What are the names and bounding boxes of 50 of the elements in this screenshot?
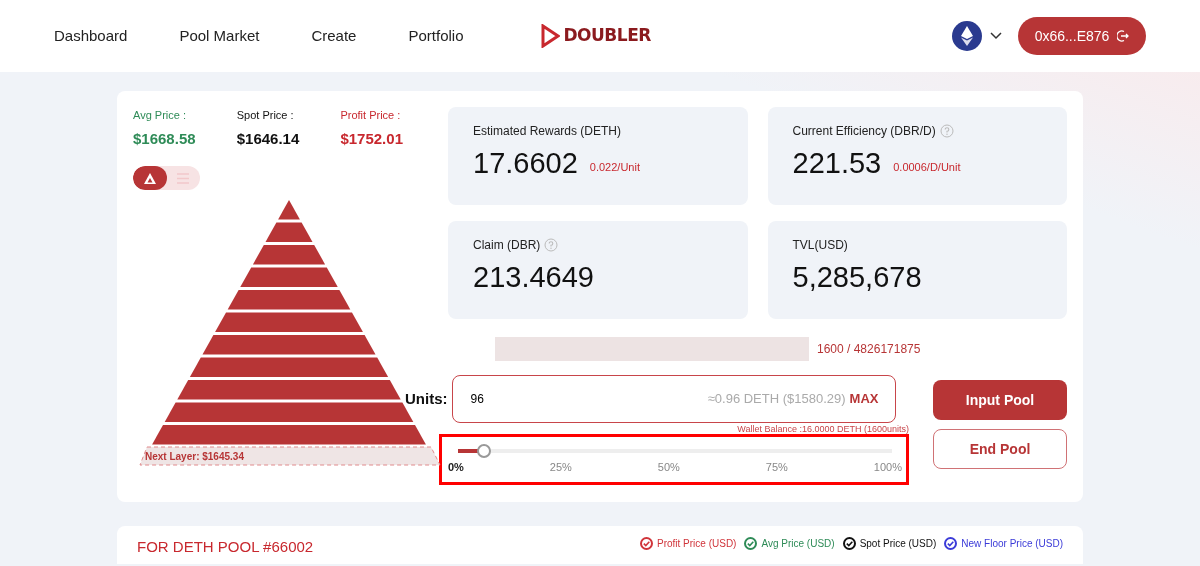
logout-icon xyxy=(1117,30,1130,42)
slider-tick-label: 50% xyxy=(657,460,680,475)
slider-tick-label: 75% xyxy=(765,460,788,475)
units-label: Units: xyxy=(405,388,448,409)
triangle-icon xyxy=(142,171,157,185)
pool-title: FOR DETH POOL #66002 xyxy=(137,537,314,557)
nav-link[interactable]: Dashboard xyxy=(54,24,128,48)
slider-tick-label: 25% xyxy=(549,460,572,475)
wallet-balance: Wallet Balance :16.0000 DETH (1600units) xyxy=(736,425,909,434)
stat-value: 213.4649 xyxy=(473,262,594,294)
stat-rate: 0.022/Unit xyxy=(589,160,640,176)
nav-link[interactable]: Create xyxy=(311,24,357,48)
units-estimate: ≈0.96 DETH ($1580.29) xyxy=(707,390,846,409)
nav-link[interactable]: Portfolio xyxy=(408,24,464,48)
stat-label: Current Efficiency (DBR/D) xyxy=(792,123,936,140)
legend-label: Spot Price (USD) xyxy=(859,537,937,551)
stat-value: 5,285,678 xyxy=(792,262,922,294)
network-selector[interactable] xyxy=(952,21,1002,51)
max-link[interactable]: MAX xyxy=(849,389,879,409)
legend-label: Avg Price (USD) xyxy=(761,537,835,551)
units-field[interactable]: 96 ≈0.96 DETH ($1580.29) MAX xyxy=(451,375,896,423)
supply-count: 1600 / 4826171875 xyxy=(817,341,921,358)
stat-label: TVL(USD) xyxy=(792,237,848,254)
price-value: $1646.14 xyxy=(236,128,300,149)
chevron-down-icon xyxy=(990,32,1002,40)
price-label: Profit Price : xyxy=(340,108,402,123)
ethereum-icon xyxy=(952,21,982,51)
stat-value: 221.53 xyxy=(792,148,882,180)
slider-thumb[interactable] xyxy=(477,444,492,458)
price-label: Avg Price : xyxy=(133,108,187,123)
stat-rate: 0.0006/D/Unit xyxy=(893,160,961,176)
price-value: $1752.01 xyxy=(340,128,403,149)
price-value: $1668.58 xyxy=(133,128,196,149)
view-toggle[interactable] xyxy=(133,166,167,190)
nav-link[interactable]: Pool Market xyxy=(179,24,260,48)
list-icon xyxy=(176,171,191,185)
legend-label: New Floor Price (USD) xyxy=(961,537,1063,551)
input-pool-button[interactable]: Input Pool xyxy=(933,380,1067,420)
next-layer-label: Next Layer: $1645.34 xyxy=(145,450,244,464)
stat-value: 17.6602 xyxy=(473,148,578,180)
slider-tick-label: 0% xyxy=(448,460,464,475)
price-label: Spot Price : xyxy=(236,108,295,123)
stat-label: Claim (DBR) xyxy=(473,237,541,254)
end-pool-button[interactable]: End Pool xyxy=(933,429,1067,469)
slider-tick-label: 100% xyxy=(873,460,902,475)
legend-label: Profit Price (USD) xyxy=(657,537,737,551)
logo-text: DOUBLER xyxy=(563,24,651,48)
stat-label: Estimated Rewards (DETH) xyxy=(473,123,622,140)
play-icon xyxy=(539,24,560,48)
wallet-button[interactable]: 0x66...E876 xyxy=(1018,17,1146,55)
